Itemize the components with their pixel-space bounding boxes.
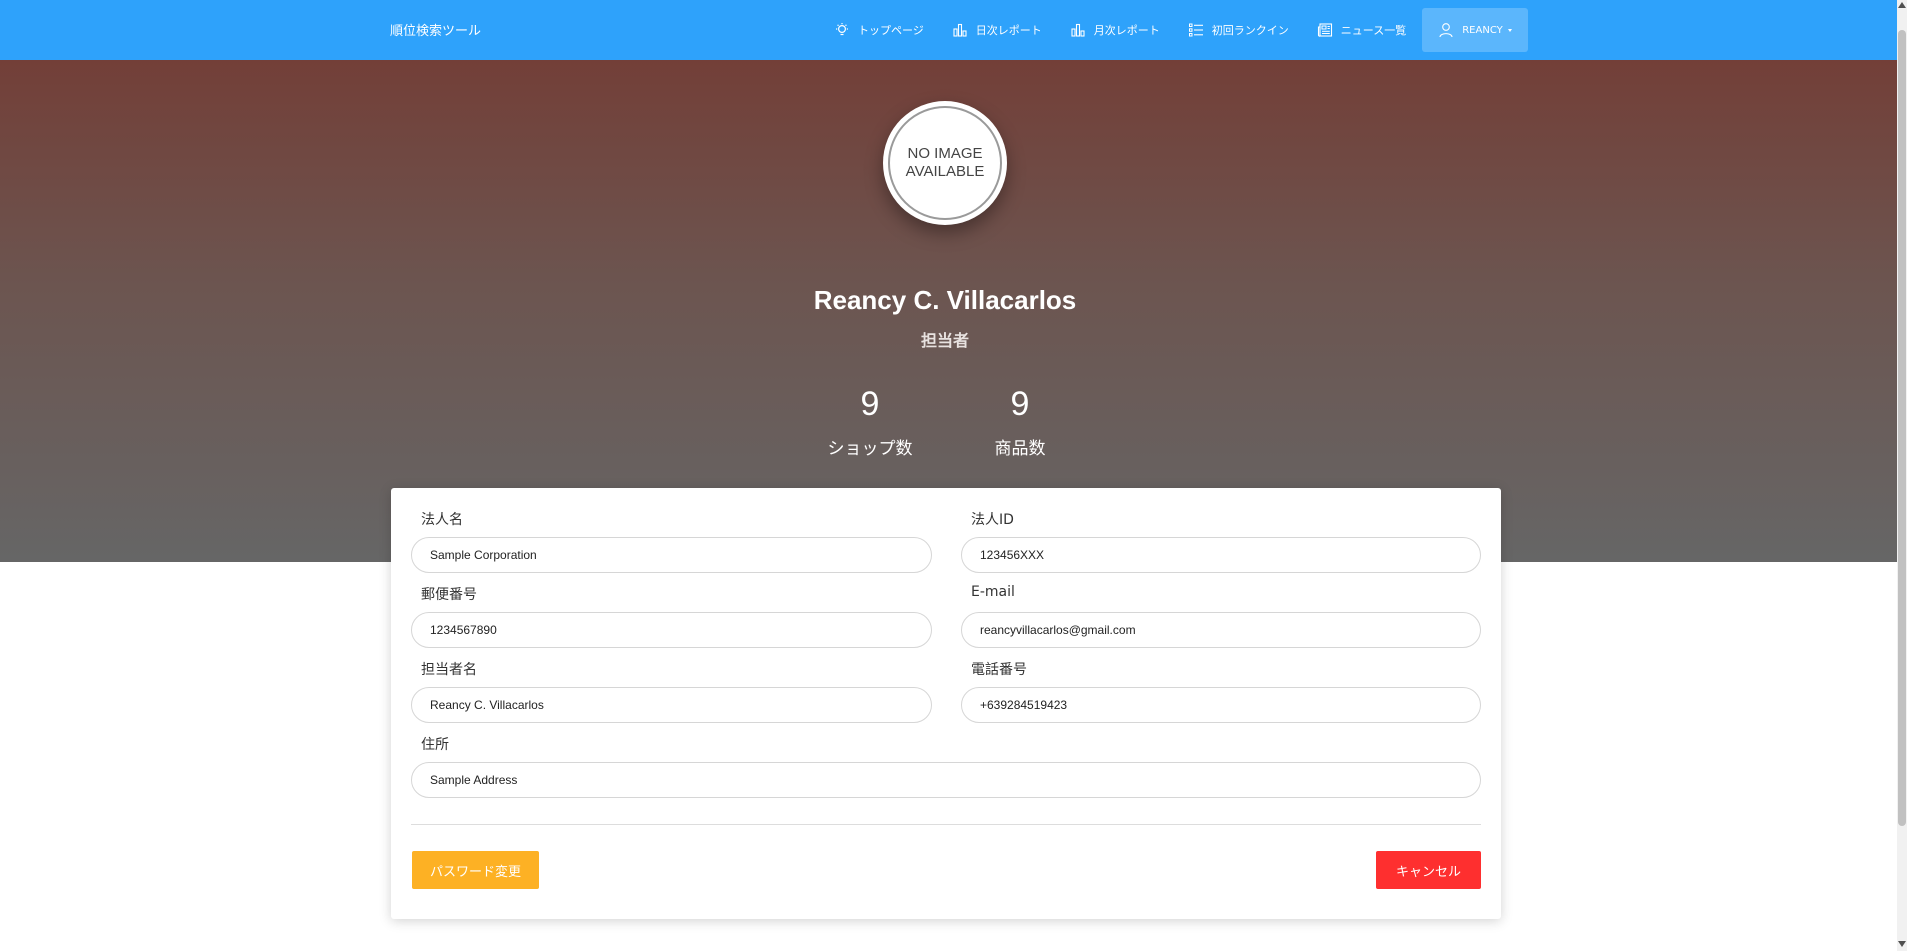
vertical-scrollbar[interactable] — [1897, 0, 1907, 951]
nav-label-news-list: ニュース一覧 — [1340, 24, 1407, 37]
nav-label-daily-report: 日次レポート — [975, 24, 1042, 37]
list-icon — [1188, 23, 1203, 37]
nav-label-monthly-report: 月次レポート — [1093, 24, 1160, 37]
profile-form-card: 法人名 法人ID 郵便番号 E-mail 担当者名 電話番号 住所 パスワード変… — [391, 488, 1501, 919]
contact-name-input[interactable] — [411, 687, 932, 723]
newspaper-icon — [1317, 23, 1332, 37]
scroll-down-arrow-icon[interactable] — [1898, 941, 1906, 947]
stat-shop-count-value: 9 — [860, 385, 880, 423]
address-input[interactable] — [411, 762, 1481, 798]
form-divider — [411, 824, 1481, 825]
user-name-label: REANCY — [1462, 24, 1503, 36]
scroll-up-arrow-icon[interactable] — [1898, 2, 1906, 8]
avatar: NO IMAGE AVAILABLE — [883, 101, 1007, 225]
nav-item-first-rank-in[interactable]: 初回ランクイン — [1174, 8, 1303, 52]
brand-title[interactable]: 順位検索ツール — [390, 20, 481, 39]
profile-role: 担当者 — [920, 331, 969, 350]
postal-code-label: 郵便番号 — [421, 587, 477, 603]
user-icon — [1439, 23, 1453, 38]
phone-label: 電話番号 — [971, 662, 1027, 678]
user-menu-dropdown[interactable]: REANCY — [1422, 8, 1528, 52]
avatar-placeholder: NO IMAGE AVAILABLE — [888, 106, 1002, 220]
nav-item-daily-report[interactable]: 日次レポート — [938, 8, 1056, 52]
stat-shop-count: 9 ショップ数 — [810, 384, 930, 459]
avatar-placeholder-line1: NO IMAGE — [907, 145, 983, 162]
lightbulb-icon — [836, 23, 848, 36]
change-password-button[interactable]: パスワード変更 — [412, 851, 539, 889]
phone-input[interactable] — [961, 687, 1481, 723]
caret-down-icon — [1507, 28, 1512, 32]
bar-chart-icon — [953, 23, 967, 37]
company-name-input[interactable] — [411, 537, 932, 573]
postal-code-input[interactable] — [411, 612, 932, 648]
nav-label-top-page: トップページ — [858, 24, 924, 37]
nav-item-monthly-report[interactable]: 月次レポート — [1056, 8, 1174, 52]
stat-product-count: 9 商品数 — [960, 384, 1080, 459]
stat-shop-count-label: ショップ数 — [827, 439, 913, 459]
avatar-placeholder-line2: AVAILABLE — [905, 163, 985, 180]
address-label: 住所 — [421, 737, 449, 753]
nav-label-first-rank-in: 初回ランクイン — [1211, 24, 1289, 37]
email-label: E-mail — [971, 584, 1015, 600]
nav-item-top-page[interactable]: トップページ — [820, 8, 938, 52]
company-id-label: 法人ID — [971, 512, 1014, 528]
company-name-label: 法人名 — [421, 512, 463, 528]
email-input[interactable] — [961, 612, 1481, 648]
cancel-button[interactable]: キャンセル — [1376, 851, 1481, 889]
top-navbar: 順位検索ツール トップページ 日次レポート 月次レポート 初回ランクイン ニュー… — [0, 0, 1897, 60]
stat-product-count-label: 商品数 — [994, 439, 1046, 459]
nav-menu: トップページ 日次レポート 月次レポート 初回ランクイン ニュース一覧 REAN… — [820, 8, 1528, 52]
profile-name: Reancy C. Villacarlos — [813, 285, 1077, 315]
company-id-input[interactable] — [961, 537, 1481, 573]
nav-item-news-list[interactable]: ニュース一覧 — [1303, 8, 1420, 52]
contact-name-label: 担当者名 — [421, 662, 477, 678]
scrollbar-thumb[interactable] — [1898, 30, 1906, 826]
bar-chart-icon — [1071, 23, 1085, 37]
stat-product-count-value: 9 — [1010, 385, 1030, 423]
